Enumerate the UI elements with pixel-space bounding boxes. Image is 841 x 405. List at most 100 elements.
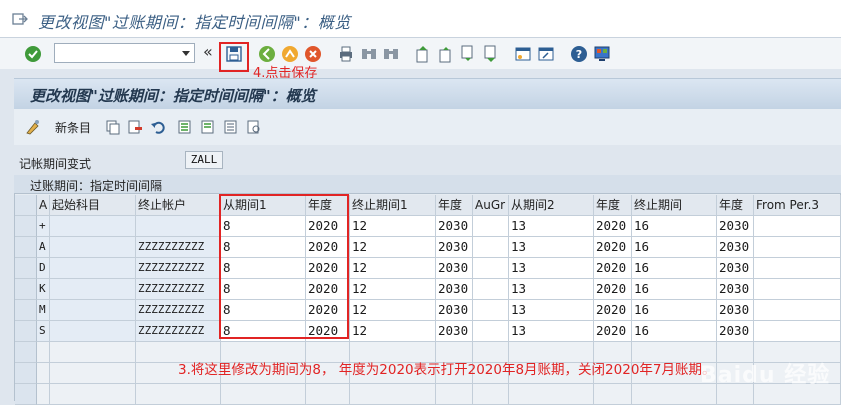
table-cell[interactable]: 16	[632, 279, 717, 300]
table-cell[interactable]: 2030	[717, 216, 754, 237]
column-header[interactable]: 终止期间	[632, 195, 717, 216]
previous-page-icon[interactable]	[437, 45, 455, 63]
table-cell[interactable]	[473, 258, 509, 279]
table-cell[interactable]	[50, 216, 136, 237]
table-cell[interactable]: 16	[632, 321, 717, 342]
column-header[interactable]: 年度	[436, 195, 473, 216]
table-cell[interactable]: ZZZZZZZZZZ	[136, 300, 221, 321]
deselect-all-icon[interactable]	[223, 119, 239, 135]
table-cell[interactable]	[473, 279, 509, 300]
next-page-icon[interactable]	[459, 45, 477, 63]
layout-icon[interactable]	[593, 45, 611, 63]
table-cell[interactable]: 13	[509, 237, 594, 258]
row-selector[interactable]	[15, 321, 37, 342]
shortcut-icon[interactable]	[537, 45, 555, 63]
column-header[interactable]: 终止帐户	[136, 195, 221, 216]
enter-icon[interactable]	[24, 45, 42, 63]
table-cell[interactable]: 2030	[717, 300, 754, 321]
row-selector[interactable]	[15, 384, 37, 405]
table-cell[interactable]: 2020	[594, 279, 632, 300]
display-change-icon[interactable]	[25, 119, 41, 135]
first-page-icon[interactable]	[414, 45, 432, 63]
find-icon[interactable]	[360, 45, 378, 63]
row-selector[interactable]	[15, 279, 37, 300]
table-cell[interactable]: 2030	[717, 279, 754, 300]
table-cell[interactable]: 2030	[717, 237, 754, 258]
table-cell[interactable]: 13	[509, 279, 594, 300]
table-cell[interactable]: 2030	[436, 258, 473, 279]
table-cell[interactable]: 2030	[717, 321, 754, 342]
exit-icon[interactable]	[281, 45, 299, 63]
column-header[interactable]: 年度	[594, 195, 632, 216]
column-header[interactable]: 起始科目	[50, 195, 136, 216]
table-cell[interactable]: 2020	[594, 258, 632, 279]
command-field[interactable]	[54, 43, 195, 63]
table-cell[interactable]: 2020	[594, 216, 632, 237]
row-selector[interactable]	[15, 258, 37, 279]
table-cell[interactable]	[473, 300, 509, 321]
table-cell[interactable]	[50, 321, 136, 342]
table-cell[interactable]	[50, 237, 136, 258]
table-cell[interactable]	[136, 216, 221, 237]
table-cell[interactable]	[473, 237, 509, 258]
column-header[interactable]: AuGr	[473, 195, 509, 216]
table-cell[interactable]	[473, 321, 509, 342]
chevron-down-icon[interactable]	[182, 51, 190, 56]
table-cell[interactable]: 12	[350, 216, 436, 237]
table-cell[interactable]	[754, 300, 841, 321]
table-cell[interactable]: ZZZZZZZZZZ	[136, 237, 221, 258]
table-cell[interactable]: 12	[350, 321, 436, 342]
undo-icon[interactable]	[150, 119, 166, 135]
table-cell[interactable]: 13	[509, 300, 594, 321]
print-list-icon[interactable]	[246, 119, 262, 135]
table-cell[interactable]: ZZZZZZZZZZ	[136, 321, 221, 342]
print-icon[interactable]	[337, 45, 355, 63]
table-cell[interactable]: 2030	[436, 237, 473, 258]
last-page-icon[interactable]	[482, 45, 500, 63]
table-cell[interactable]: 13	[509, 216, 594, 237]
table-cell[interactable]: 2020	[594, 321, 632, 342]
table-cell[interactable]	[754, 237, 841, 258]
table-cell[interactable]	[473, 216, 509, 237]
table-cell[interactable]: 2020	[594, 237, 632, 258]
column-header[interactable]: 从期间2	[509, 195, 594, 216]
new-entries-button[interactable]: 新条目	[55, 119, 91, 136]
table-cell[interactable]: 2030	[436, 300, 473, 321]
column-header[interactable]: From Per.3	[754, 195, 841, 216]
exit-screen-icon[interactable]	[12, 11, 28, 27]
table-cell[interactable]: 12	[350, 237, 436, 258]
new-session-icon[interactable]	[514, 45, 532, 63]
row-selector[interactable]	[15, 216, 37, 237]
table-cell[interactable]: 12	[350, 258, 436, 279]
collapse-chevron-icon[interactable]: «	[203, 42, 213, 61]
table-cell[interactable]	[50, 279, 136, 300]
table-cell[interactable]: 13	[509, 258, 594, 279]
table-cell[interactable]	[754, 321, 841, 342]
table-cell[interactable]: ZZZZZZZZZZ	[136, 258, 221, 279]
row-selector[interactable]	[15, 300, 37, 321]
table-cell[interactable]: 2030	[436, 279, 473, 300]
table-cell[interactable]: 2020	[594, 300, 632, 321]
table-cell[interactable]	[754, 279, 841, 300]
table-cell[interactable]: 12	[350, 300, 436, 321]
copy-icon[interactable]	[105, 119, 121, 135]
row-selector[interactable]	[15, 342, 37, 363]
table-cell[interactable]	[754, 258, 841, 279]
table-cell[interactable]: 13	[509, 321, 594, 342]
select-all-icon[interactable]	[177, 119, 193, 135]
row-selector[interactable]	[15, 363, 37, 384]
select-all-rows-button[interactable]	[15, 195, 37, 216]
help-icon[interactable]: ?	[570, 45, 588, 63]
select-block-icon[interactable]	[200, 119, 216, 135]
find-next-icon[interactable]	[382, 45, 400, 63]
column-header[interactable]: 年度	[717, 195, 754, 216]
column-header[interactable]: A	[37, 195, 50, 216]
table-cell[interactable]: 16	[632, 258, 717, 279]
cancel-icon[interactable]	[304, 45, 322, 63]
table-cell[interactable]: 2030	[436, 321, 473, 342]
table-cell[interactable]	[50, 300, 136, 321]
table-cell[interactable]: ZZZZZZZZZZ	[136, 279, 221, 300]
row-selector[interactable]	[15, 237, 37, 258]
table-cell[interactable]	[50, 258, 136, 279]
table-cell[interactable]: 2030	[717, 258, 754, 279]
